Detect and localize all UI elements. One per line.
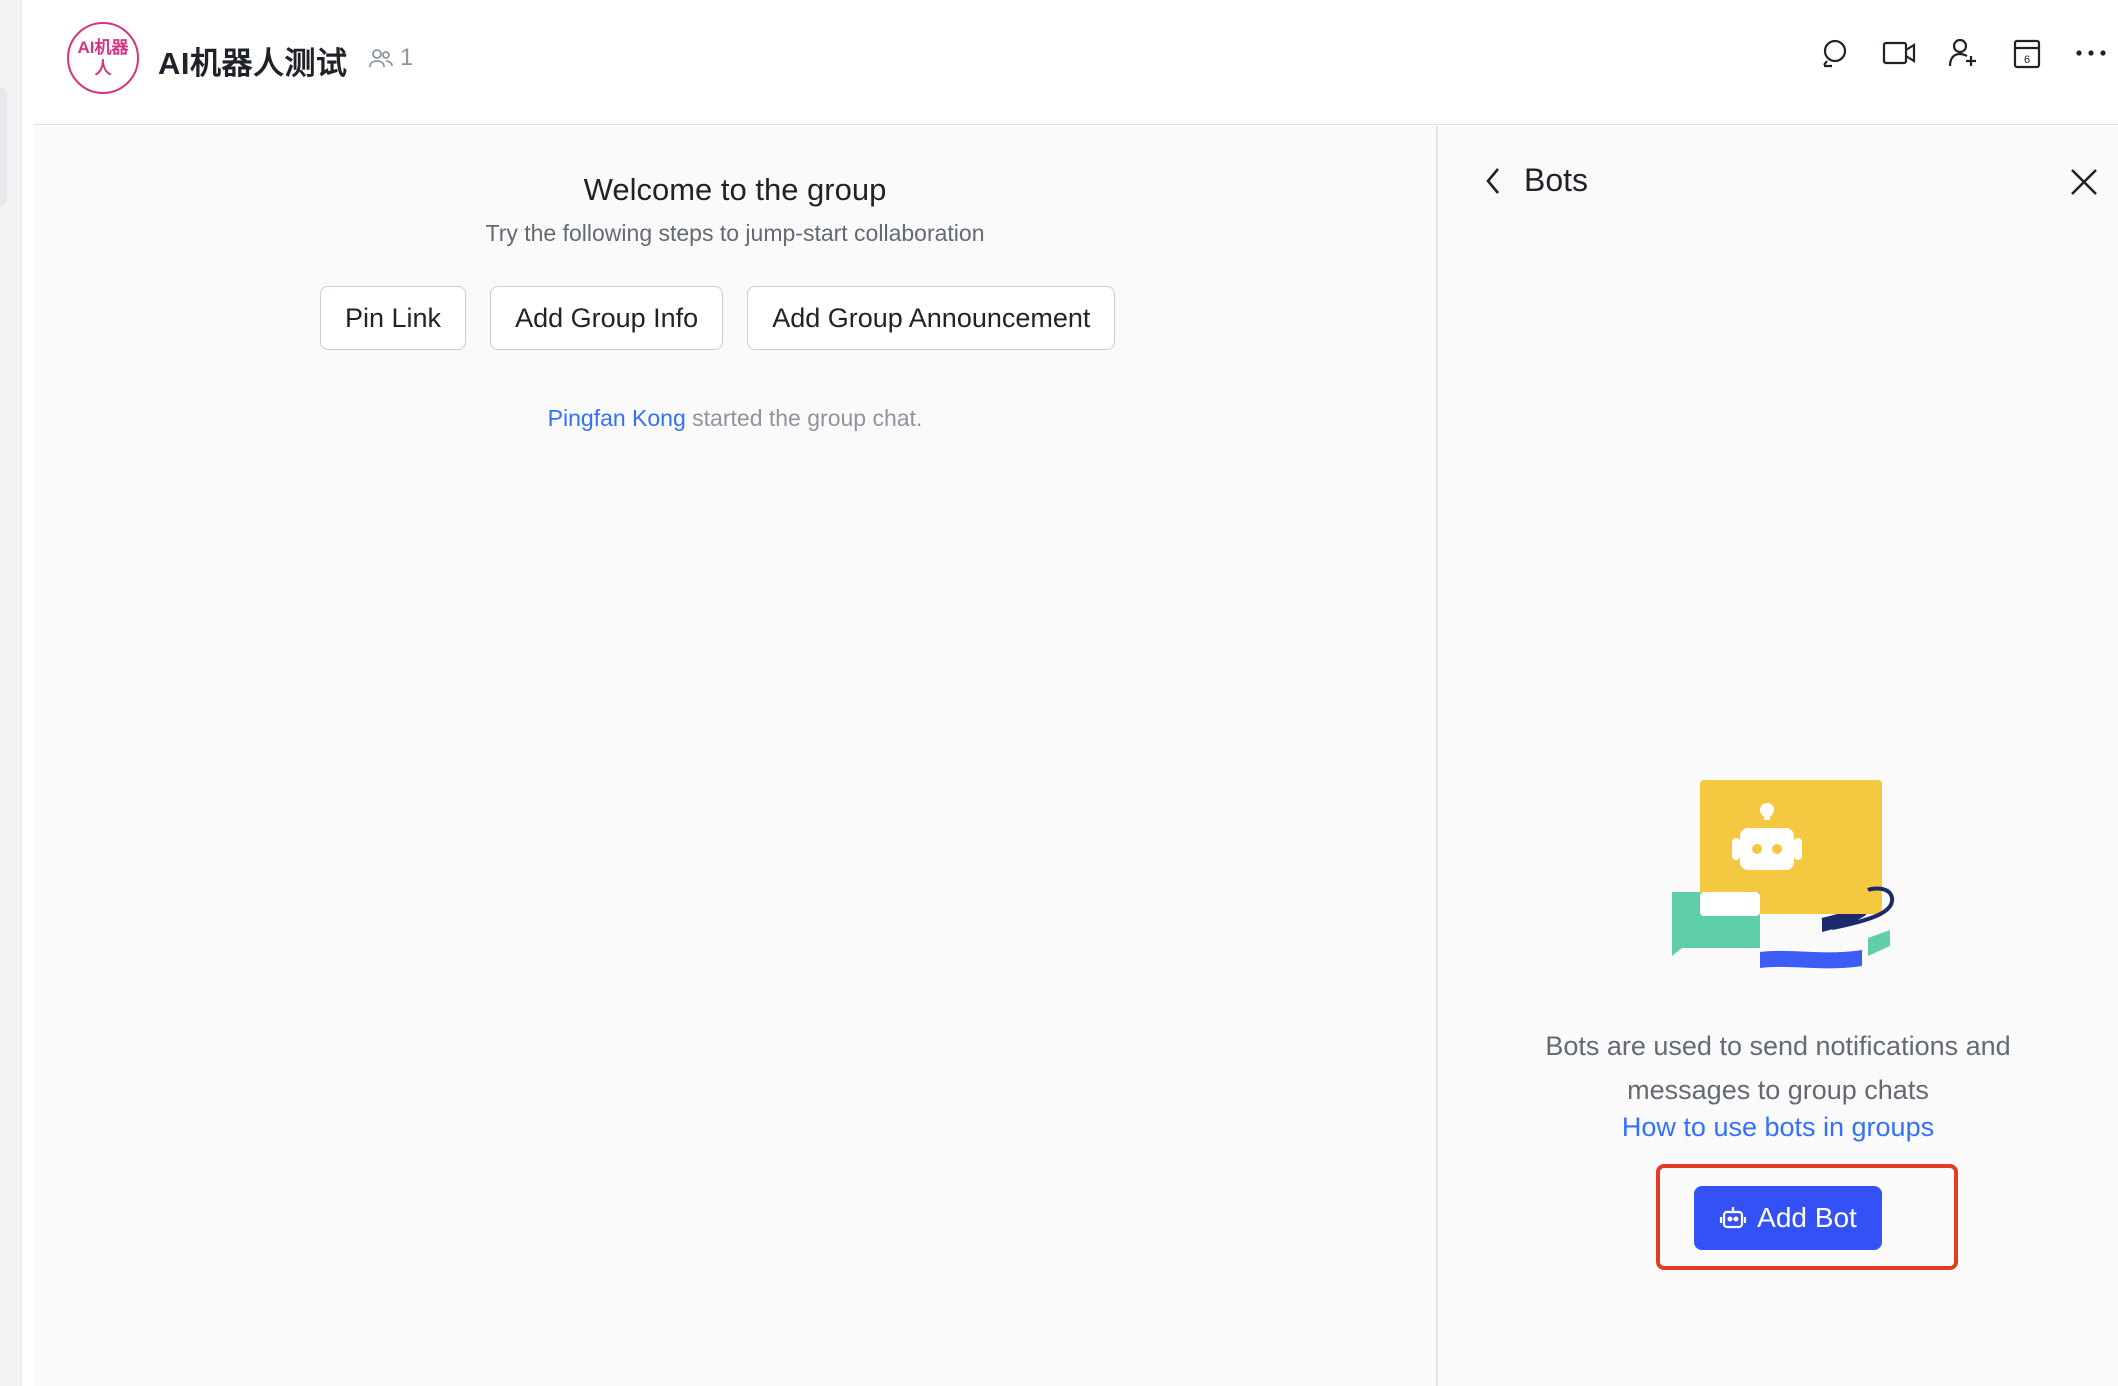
sidebar-tab[interactable] bbox=[0, 88, 7, 206]
chat-area: Welcome to the group Try the following s… bbox=[34, 126, 1436, 1386]
add-group-info-button[interactable]: Add Group Info bbox=[490, 286, 724, 350]
bots-description-line2: messages to group chats bbox=[1627, 1075, 1929, 1105]
group-avatar-text: AI机器人 bbox=[77, 38, 129, 78]
system-message: Pingfan Kong started the group chat. bbox=[34, 405, 1436, 432]
group-avatar[interactable]: AI机器人 bbox=[67, 22, 139, 94]
more-button[interactable] bbox=[2074, 36, 2108, 70]
add-bot-label: Add Bot bbox=[1757, 1202, 1857, 1233]
left-sidebar-edge bbox=[0, 0, 22, 1386]
quick-actions: Pin Link Add Group Info Add Group Announ… bbox=[320, 286, 1116, 350]
chat-header: AI机器人 AI机器人测试 1 6 bbox=[34, 0, 2118, 125]
chevron-left-icon bbox=[1486, 167, 1499, 194]
video-call-button[interactable] bbox=[1882, 36, 1916, 70]
bots-help-link[interactable]: How to use bots in groups bbox=[1438, 1112, 2118, 1143]
welcome-subtitle: Try the following steps to jump-start co… bbox=[485, 220, 985, 246]
calendar-day: 6 bbox=[2024, 54, 2030, 66]
add-bot-button[interactable]: Add Bot bbox=[1694, 1186, 1882, 1250]
add-member-button[interactable] bbox=[1946, 36, 1980, 70]
header-toolbar: 6 bbox=[1818, 36, 2108, 70]
bots-panel: Bots Bots are used to send notifications… bbox=[1438, 126, 2118, 1386]
welcome-title: Welcome to the group bbox=[583, 172, 887, 207]
members-icon bbox=[369, 49, 393, 68]
back-button[interactable] bbox=[1484, 163, 1508, 199]
bots-panel-header: Bots bbox=[1484, 162, 1588, 199]
user-link[interactable]: Pingfan Kong bbox=[548, 405, 686, 431]
member-count[interactable]: 1 bbox=[368, 44, 413, 72]
search-button[interactable] bbox=[1818, 36, 1852, 70]
close-icon bbox=[2071, 169, 2097, 195]
pin-link-button[interactable]: Pin Link bbox=[320, 286, 467, 350]
more-icon bbox=[2076, 50, 2106, 56]
bots-description: Bots are used to send notifications and … bbox=[1438, 1024, 2118, 1112]
bots-panel-title: Bots bbox=[1524, 162, 1589, 198]
bots-illustration bbox=[1672, 780, 1895, 969]
system-message-text: started the group chat. bbox=[692, 405, 923, 431]
video-call-icon bbox=[1882, 41, 1916, 65]
calendar-icon: 6 bbox=[2013, 39, 2041, 69]
add-group-announcement-button[interactable]: Add Group Announcement bbox=[747, 286, 1116, 350]
group-title[interactable]: AI机器人测试 bbox=[158, 38, 348, 83]
calendar-button[interactable]: 6 bbox=[2010, 36, 2044, 70]
bots-description-line1: Bots are used to send notifications and bbox=[1545, 1031, 2011, 1061]
close-button[interactable] bbox=[2068, 166, 2100, 198]
add-member-icon bbox=[1948, 38, 1976, 67]
member-count-value: 1 bbox=[400, 44, 414, 71]
search-icon bbox=[1823, 39, 1847, 68]
app-window: AI机器人 AI机器人测试 1 6 Welcome to the group T… bbox=[0, 0, 2118, 1386]
bot-icon bbox=[1720, 1207, 1747, 1229]
